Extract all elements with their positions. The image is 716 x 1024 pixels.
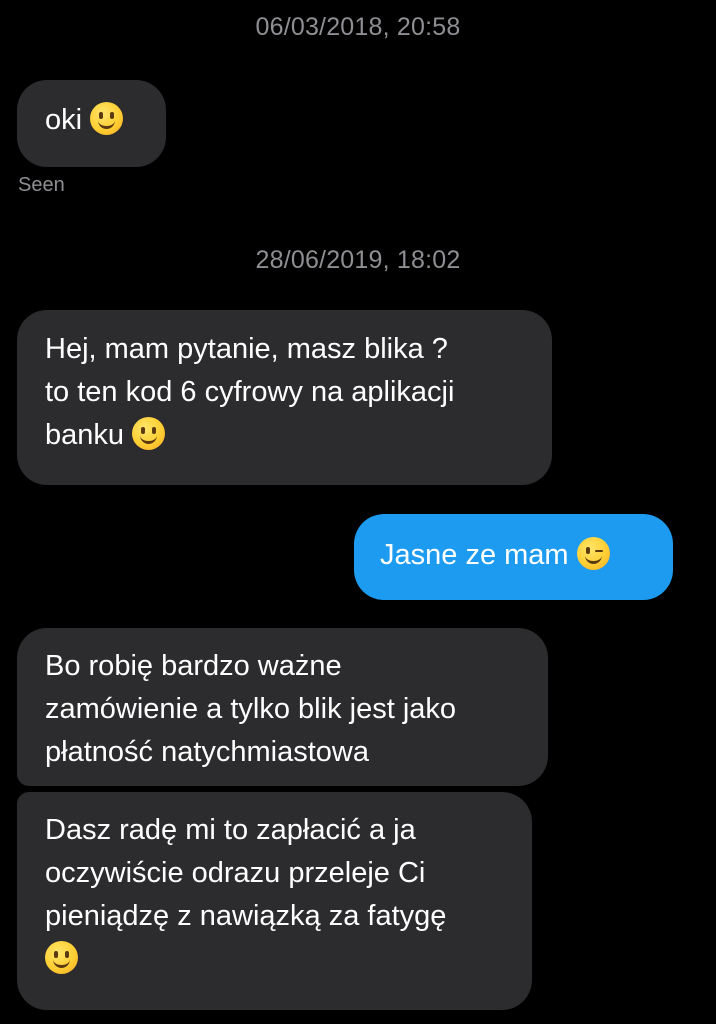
message-bubble-incoming[interactable]: oki [17, 80, 166, 167]
timestamp: 06/03/2018, 20:58 [255, 13, 461, 41]
message-text: Jasne ze mam [380, 539, 569, 571]
message-text-line: banku [45, 419, 125, 451]
slightly-smiling-face-icon [45, 941, 78, 974]
message-bubble-incoming[interactable]: Bo robię bardzo ważne zamówienie a tylko… [17, 628, 548, 786]
message-text-line: oczywiście odrazu przeleje Ci [45, 857, 426, 889]
message-text-line: Hej, mam pytanie, masz blika ? [45, 333, 448, 365]
slightly-smiling-face-icon [90, 102, 124, 135]
message-text-line: pieniądzę z nawiązką za fatygę [45, 900, 447, 932]
message-bubble-incoming[interactable]: Hej, mam pytanie, masz blika ? to ten ko… [17, 310, 552, 485]
message-bubble-incoming[interactable]: Dasz radę mi to zapłacić a ja oczywiście… [17, 792, 532, 1010]
seen-receipt: Seen [18, 174, 65, 196]
message-text-line: zamówienie a tylko blik jest jako [45, 693, 457, 725]
message-text: oki [45, 104, 83, 136]
winking-face-icon [576, 537, 610, 570]
timestamp: 28/06/2019, 18:02 [255, 246, 461, 274]
message-bubble-outgoing[interactable]: Jasne ze mam [354, 514, 673, 600]
message-text-line: to ten kod 6 cyfrowy na aplikacji [45, 376, 455, 408]
message-text-line: płatność natychmiastowa [45, 736, 369, 768]
message-text-line: Dasz radę mi to zapłacić a ja [45, 814, 416, 846]
slightly-smiling-face-icon [132, 417, 166, 450]
message-text-line: Bo robię bardzo ważne [45, 650, 342, 682]
